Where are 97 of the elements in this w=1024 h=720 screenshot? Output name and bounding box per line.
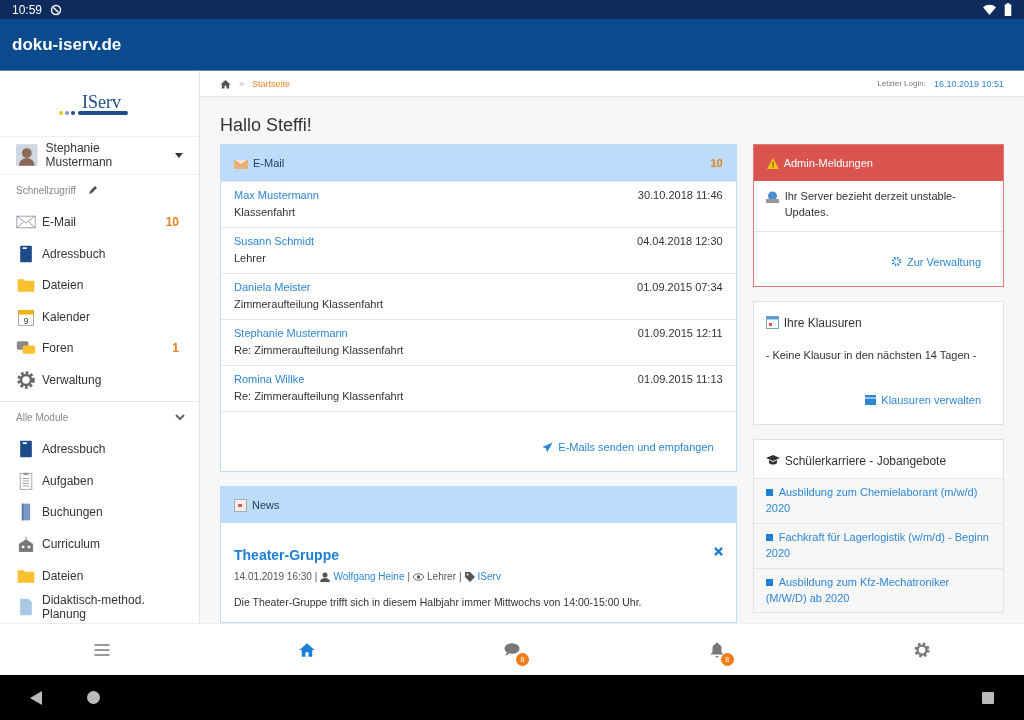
sidebar-item[interactable]: Buchungen <box>0 496 199 529</box>
clock: 10:59 <box>12 2 43 17</box>
exams-message: - Keine Klausur in den nächsten 14 Tagen - <box>764 347 978 363</box>
newspaper-icon <box>234 498 247 512</box>
back-icon[interactable] <box>30 690 42 705</box>
sidebar-item[interactable]: Adressbuch <box>0 237 199 270</box>
logo: IServ <box>57 88 142 119</box>
card-title: E-Mail <box>253 157 286 169</box>
breadcrumb-separator: » <box>239 78 244 89</box>
pencil-icon[interactable] <box>87 185 98 196</box>
email-subject: Klassenfahrt <box>234 205 297 220</box>
square-bullet-icon <box>765 533 773 541</box>
calendar-icon <box>765 316 779 330</box>
email-date: 01.09.2015 07:34 <box>637 281 723 295</box>
sidebar-item[interactable]: Dateien <box>0 559 199 592</box>
email-row[interactable]: Max Mustermann Klassenfahrt 30.10.2018 11:46 <box>221 181 736 227</box>
card-title: Admin-Meldungen <box>783 157 874 169</box>
sidebar-item[interactable]: 9 Kalender <box>0 301 199 333</box>
home-icon[interactable] <box>220 78 231 89</box>
sidebar-item[interactable]: Verwaltung <box>0 364 199 396</box>
email-date: 01.09.2015 11:13 <box>637 373 723 387</box>
email-row[interactable]: Stephanie Mustermann Re: Zimmeraufteilung Klassenfahrt 01.09.2015 12:11 <box>221 319 736 365</box>
meta-separator: | <box>458 571 462 582</box>
card-title: Schülerkarriere - Jobangebote <box>784 453 948 468</box>
email-row[interactable]: Daniela Meister Zimmeraufteilung Klassenfahrt 01.09.2015 07:34 <box>221 273 736 319</box>
email-subject: Re: Zimmeraufteilung Klassenfahrt <box>234 389 405 404</box>
news-date: 14.01.2019 16:30 <box>234 571 312 582</box>
square-bullet-icon <box>765 578 773 586</box>
admin-link[interactable]: Zur Verwaltung <box>891 255 981 268</box>
school-building-icon <box>16 534 36 554</box>
battery-icon <box>1004 3 1012 16</box>
graduation-cap-icon <box>765 455 780 467</box>
server-icon <box>765 191 779 203</box>
user-menu[interactable]: Stephanie Mustermann <box>0 137 199 175</box>
tag-link[interactable]: IServ <box>477 571 501 582</box>
sidebar-item[interactable]: Aufgaben <box>0 465 199 497</box>
news-audience: Lehrer <box>427 571 456 582</box>
paper-plane-icon <box>542 441 554 453</box>
email-sender[interactable]: Romina Willke <box>234 373 638 388</box>
sidebar-item[interactable]: Dateien <box>0 269 199 302</box>
meta-separator: | <box>407 571 411 582</box>
avatar-icon <box>16 144 38 167</box>
eye-icon <box>413 572 425 581</box>
square-bullet-icon <box>765 488 773 496</box>
modules-toggle[interactable]: Alle Module <box>0 401 199 434</box>
calendar-icon <box>865 394 877 406</box>
email-sender[interactable]: Max Mustermann <box>234 189 638 204</box>
email-row[interactable]: Romina Willke Re: Zimmeraufteilung Klassenfahrt 01.09.2015 11:13 <box>221 365 736 411</box>
settings-icon <box>912 640 931 659</box>
greeting: Hallo Steffi! <box>220 115 313 136</box>
recents-icon[interactable] <box>982 691 994 704</box>
send-receive-link[interactable]: E-Mails senden und empfangen <box>542 441 714 453</box>
bell-icon <box>707 640 726 659</box>
card-title: News <box>252 499 281 511</box>
sidebar-item[interactable]: Adressbuch <box>0 433 199 466</box>
email-date: 30.10.2018 11:46 <box>637 189 723 203</box>
gear-icon <box>891 256 902 268</box>
sync-icon <box>50 3 63 16</box>
wifi-icon <box>983 3 996 16</box>
email-date: 04.04.2018 12:30 <box>637 235 723 249</box>
last-login-time: 16.10.2019 10:51 <box>933 78 1004 89</box>
meta-separator: | <box>314 571 318 582</box>
email-sender[interactable]: Stephanie Mustermann <box>234 327 638 342</box>
last-login-label: Letzter Login: <box>877 79 926 88</box>
email-row[interactable]: Susann Schmidt Lehrer 04.04.2018 12:30 <box>221 227 736 273</box>
card-title: Ihre Klausuren <box>783 315 863 330</box>
user-icon <box>320 571 331 582</box>
email-sender[interactable]: Daniela Meister <box>234 281 637 296</box>
email-sender[interactable]: Susann Schmidt <box>234 235 637 250</box>
inbox-icon <box>234 157 248 169</box>
email-subject: Re: Zimmeraufteilung Klassenfahrt <box>234 343 405 358</box>
close-icon[interactable] <box>713 547 723 556</box>
unread-count: 10 <box>165 215 179 230</box>
email-subject: Lehrer <box>234 251 267 266</box>
email-date: 01.09.2015 12:11 <box>637 327 723 341</box>
unread-count: 1 <box>172 341 179 356</box>
warning-icon <box>766 157 779 169</box>
caret-icon <box>175 152 183 158</box>
news-text: Die Theater-Gruppe trifft sich in diesem Halbjahr immer Mittwochs von 14:00-15:00 Uhr. <box>234 596 643 608</box>
sidebar-item[interactable]: Didaktisch-method. Planung <box>0 591 199 623</box>
user-name: Stephanie Mustermann <box>45 141 114 170</box>
news-headline[interactable]: Theater-Gruppe <box>234 547 339 563</box>
exams-link[interactable]: Klausuren verwalten <box>865 393 981 406</box>
app-title: doku-iserv.de <box>12 34 122 55</box>
section-title: Alle Module <box>16 412 69 424</box>
email-subject: Zimmeraufteilung Klassenfahrt <box>234 297 385 312</box>
gear-icon <box>16 370 36 391</box>
sidebar-item[interactable]: Foren 1 <box>0 332 199 365</box>
speech-bubble-icon <box>503 640 521 659</box>
tag-icon <box>464 571 475 582</box>
sidebar-item[interactable]: Curriculum <box>0 528 199 560</box>
home-button-icon[interactable] <box>87 691 100 704</box>
section-title: Schnellzugriff <box>16 185 76 196</box>
unread-count: 10 <box>710 157 723 169</box>
admin-message: Ihr Server bezieht derzeit unstable-Updates. <box>784 189 957 220</box>
sidebar-item[interactable]: E-Mail 10 <box>0 206 199 238</box>
author-link[interactable]: Wolfgang Heine <box>333 571 405 582</box>
